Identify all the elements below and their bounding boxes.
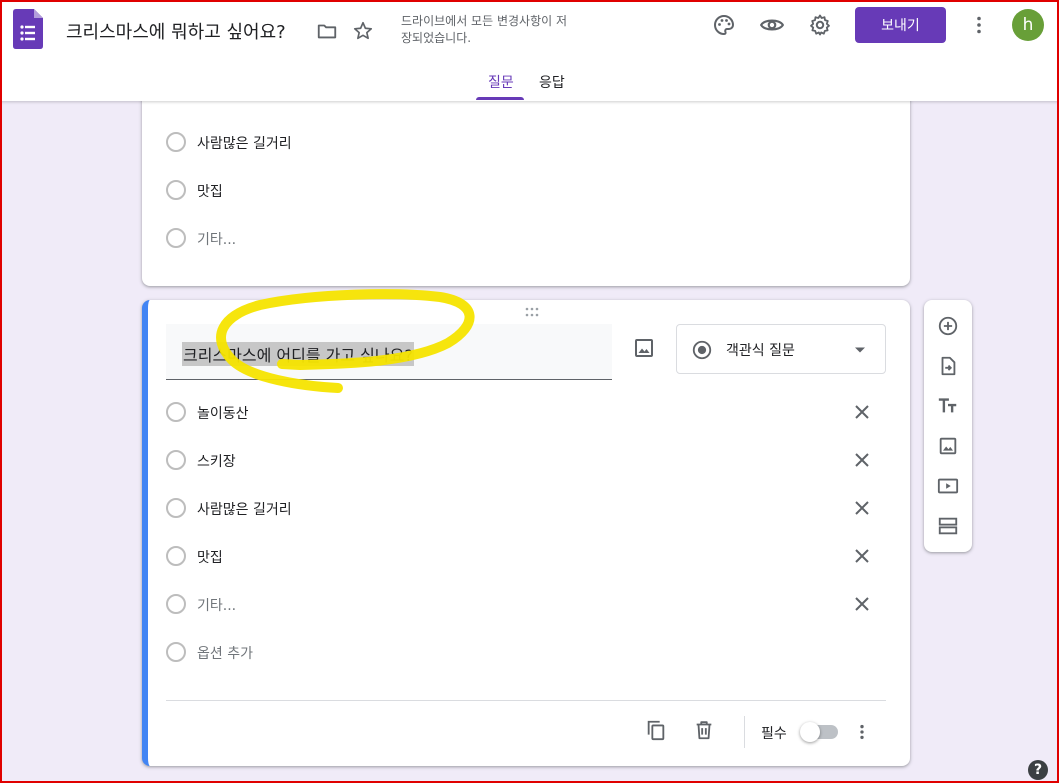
star-icon[interactable] — [350, 18, 376, 44]
import-question-icon[interactable] — [936, 354, 960, 378]
duplicate-icon[interactable] — [644, 718, 668, 742]
help-button[interactable]: ? — [1028, 760, 1048, 780]
option-input[interactable]: 맛집 — [197, 547, 223, 567]
add-section-icon[interactable] — [936, 514, 960, 538]
option-radio — [166, 132, 186, 152]
option-label-other: 기타... — [197, 232, 237, 248]
tab-bar: 질문 응답 — [0, 62, 1059, 101]
option-input[interactable]: 스키장 — [197, 451, 236, 471]
add-option-link[interactable]: 옵션 추가 — [197, 643, 253, 663]
option-label: 맛집 — [197, 184, 223, 200]
option-input-other[interactable]: 기타... — [197, 595, 236, 615]
side-toolbar — [924, 300, 972, 552]
active-tab-indicator — [476, 97, 524, 100]
option-radio — [166, 594, 186, 614]
option-input[interactable]: 놀이동산 — [197, 403, 249, 423]
footer-separator — [744, 716, 745, 748]
tab-questions[interactable]: 질문 — [488, 72, 514, 92]
question-title-text[interactable]: 크리스마스에 어디를 가고 싶나요? — [182, 342, 414, 366]
drag-handle-icon[interactable] — [525, 307, 539, 317]
option-radio — [166, 402, 186, 422]
option-radio — [166, 228, 186, 248]
question-type-select[interactable]: 객관식 질문 — [676, 324, 886, 374]
remove-option-icon[interactable] — [850, 448, 874, 472]
active-question-card[interactable]: 크리스마스에 어디를 가고 싶나요? 객관식 질문 놀이동산 스키장 사람많은 … — [142, 300, 910, 766]
radio-checked-icon — [692, 340, 712, 360]
add-question-icon[interactable] — [936, 314, 960, 338]
question-title-input[interactable]: 크리스마스에 어디를 가고 싶나요? — [166, 324, 612, 380]
palette-icon[interactable] — [711, 12, 737, 38]
option-radio — [166, 642, 186, 662]
add-image-icon[interactable] — [632, 336, 656, 360]
dropdown-arrow-icon — [855, 347, 865, 353]
eye-icon[interactable] — [759, 12, 785, 38]
option-input[interactable]: 사람많은 길거리 — [197, 499, 292, 519]
option-radio — [166, 546, 186, 566]
add-image-icon[interactable] — [936, 434, 960, 458]
option-radio — [166, 180, 186, 200]
tab-responses[interactable]: 응답 — [539, 72, 565, 92]
delete-icon[interactable] — [692, 718, 716, 742]
required-toggle[interactable] — [800, 722, 838, 742]
add-video-icon[interactable] — [936, 474, 960, 498]
card-footer-divider — [166, 700, 886, 701]
forms-logo-icon[interactable] — [13, 9, 43, 49]
question-type-label: 객관식 질문 — [726, 343, 795, 359]
add-title-icon[interactable] — [936, 394, 960, 418]
previous-question-card: 사람많은 길거리 맛집 기타... — [142, 80, 910, 286]
option-radio — [166, 498, 186, 518]
folder-icon[interactable] — [314, 18, 340, 44]
remove-option-icon[interactable] — [850, 592, 874, 616]
option-radio — [166, 450, 186, 470]
remove-option-icon[interactable] — [850, 544, 874, 568]
save-status: 드라이브에서 모든 변경사항이 저장되었습니다. — [401, 14, 568, 45]
send-button[interactable]: 보내기 — [855, 7, 946, 43]
remove-option-icon[interactable] — [850, 496, 874, 520]
avatar[interactable]: h — [1012, 9, 1044, 41]
more-vert-icon[interactable] — [966, 12, 992, 38]
more-options-icon[interactable] — [850, 720, 874, 744]
app-header: 크리스마스에 뭐하고 싶어요? 드라이브에서 모든 변경사항이 저장되었습니다.… — [0, 0, 1059, 101]
remove-option-icon[interactable] — [850, 400, 874, 424]
document-title[interactable]: 크리스마스에 뭐하고 싶어요? — [66, 18, 286, 44]
required-label: 필수 — [761, 726, 787, 742]
option-label: 사람많은 길거리 — [197, 136, 292, 152]
gear-icon[interactable] — [807, 12, 833, 38]
